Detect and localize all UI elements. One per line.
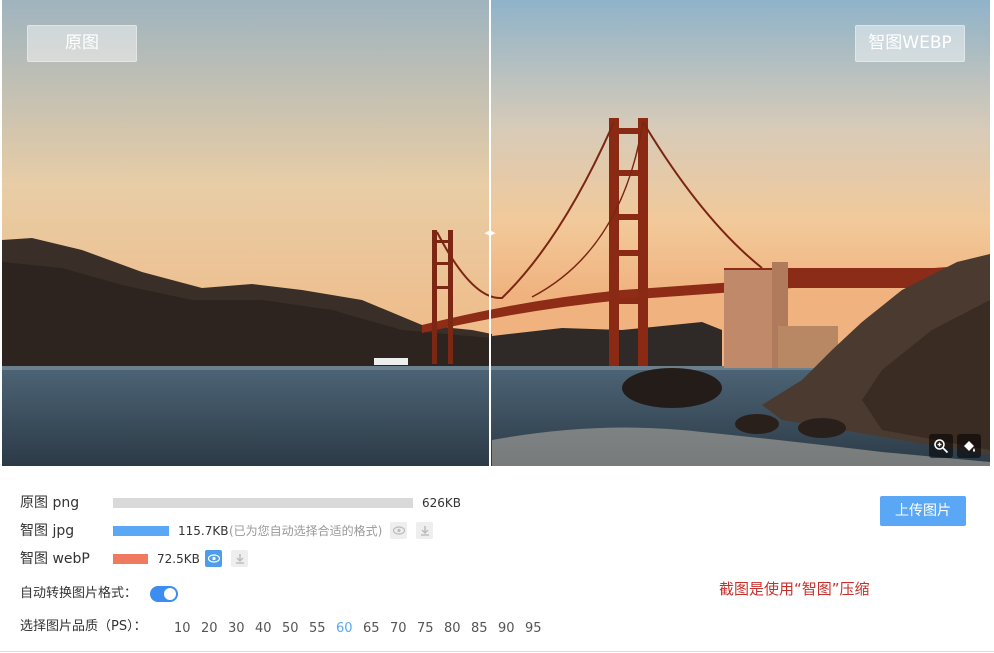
zoom-in-icon[interactable]	[929, 434, 953, 458]
file-size: 72.5KB	[157, 552, 200, 566]
format-hint: (已为您自动选择合适的格式)	[229, 524, 383, 538]
eye-icon[interactable]	[205, 550, 222, 567]
quality-option[interactable]: 95	[525, 619, 542, 639]
quality-label: 选择图片品质（PS）：	[20, 619, 147, 634]
format-row-jpg: 智图 jpg 115.7KB (已为您自动选择合适的格式)	[20, 521, 440, 541]
paint-bucket-icon[interactable]	[957, 434, 981, 458]
quality-option[interactable]: 85	[471, 619, 488, 639]
original-label: 原图	[27, 25, 137, 62]
upload-image-button[interactable]: 上传图片	[880, 496, 966, 526]
file-size: 115.7KB	[178, 524, 229, 538]
quality-option[interactable]: 70	[390, 619, 407, 639]
toggle-knob	[164, 588, 176, 600]
divider-line	[0, 651, 994, 652]
download-icon[interactable]	[231, 550, 248, 567]
format-label: 智图 jpg	[20, 523, 75, 539]
quality-option[interactable]: 90	[498, 619, 515, 639]
quality-option[interactable]: 50	[282, 619, 299, 639]
format-row-png: 原图 png 626KB	[20, 493, 480, 513]
auto-convert-toggle[interactable]	[150, 586, 178, 602]
file-size: 626KB	[422, 496, 462, 510]
image-compare-viewer[interactable]: 原图 智图WEBP ◂▸	[2, 0, 990, 466]
eye-icon[interactable]	[390, 522, 407, 539]
quality-option[interactable]: 10	[174, 619, 191, 639]
format-label: 原图 png	[20, 495, 80, 511]
quality-option[interactable]: 55	[309, 619, 326, 639]
size-bar	[113, 554, 148, 564]
size-bar	[113, 498, 413, 508]
quality-option[interactable]: 20	[201, 619, 218, 639]
download-icon[interactable]	[416, 522, 433, 539]
size-bar	[113, 526, 169, 536]
quality-option[interactable]: 30	[228, 619, 245, 639]
quality-option[interactable]: 65	[363, 619, 380, 639]
quality-option[interactable]: 75	[417, 619, 434, 639]
webp-label: 智图WEBP	[855, 25, 965, 62]
quality-option[interactable]: 60	[336, 619, 353, 639]
format-label: 智图 webP	[20, 551, 90, 567]
format-row-webp: 智图 webP 72.5KB	[20, 549, 260, 569]
quality-option[interactable]: 40	[255, 619, 272, 639]
auto-convert-label: 自动转换图片格式：	[20, 586, 138, 601]
annotation-note: 截图是使用“智图”压缩	[719, 580, 870, 598]
quality-option[interactable]: 80	[444, 619, 461, 639]
divider-handle-icon[interactable]: ◂▸	[482, 226, 498, 240]
